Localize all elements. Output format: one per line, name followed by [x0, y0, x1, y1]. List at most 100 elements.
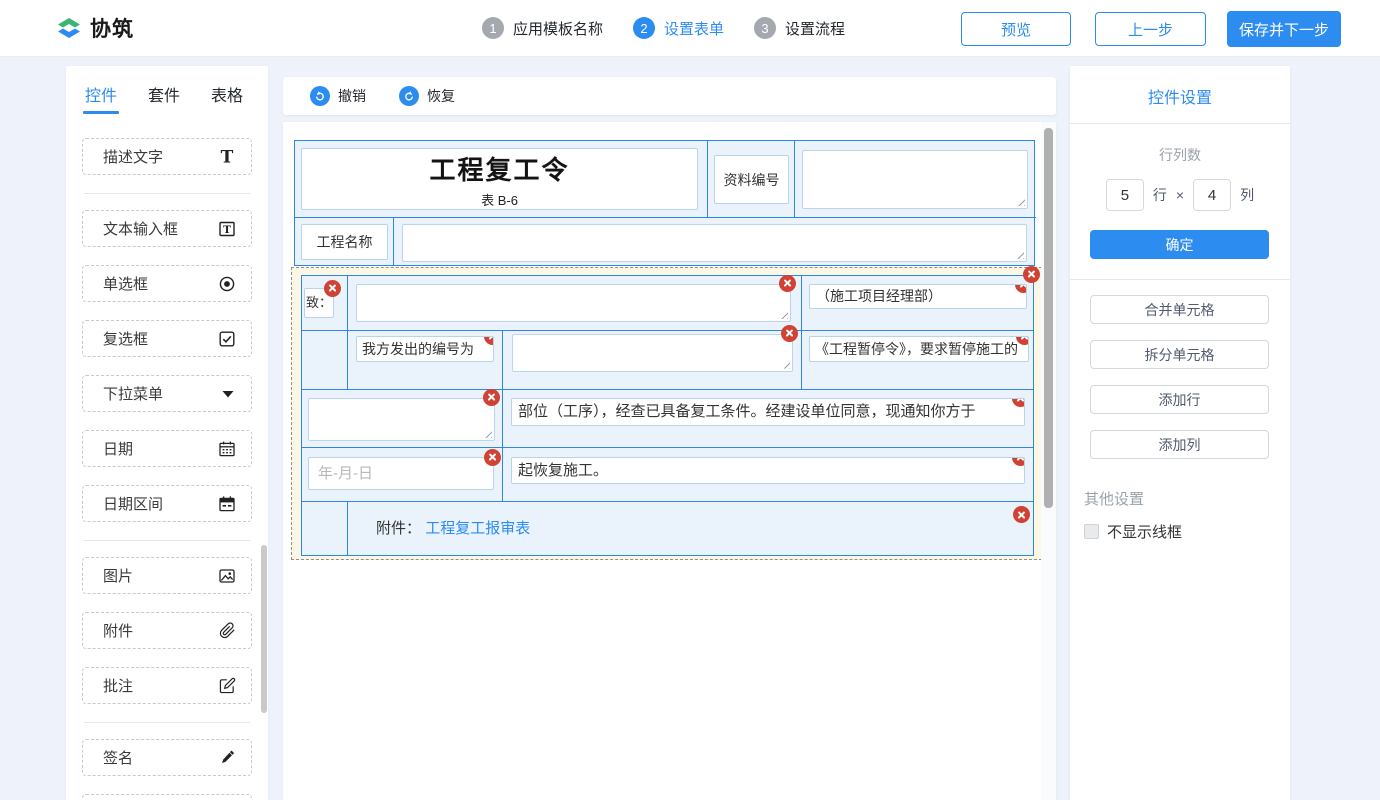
delete-icon[interactable] — [781, 325, 798, 342]
cols-input[interactable] — [1193, 179, 1231, 211]
date-field[interactable]: 年-月-日 — [308, 457, 494, 490]
add-row-button[interactable]: 添加行 — [1090, 385, 1269, 414]
undo-label: 撤销 — [338, 86, 366, 106]
suspend-order-box[interactable]: 《工程暂停令》，要求暂停施工的 — [809, 336, 1029, 362]
doc-no-label-box[interactable]: 资料编号 — [714, 155, 789, 204]
empty-cell[interactable] — [302, 502, 348, 555]
dept-box[interactable]: （施工项目经理部） — [809, 284, 1027, 309]
control-item-label: 附件 — [103, 620, 133, 641]
canvas-scrollbar-track[interactable] — [1041, 122, 1056, 800]
confirm-button[interactable]: 确定 — [1090, 230, 1269, 259]
sidebar-divider — [84, 193, 250, 194]
control-item-annotation[interactable]: 批注 — [82, 667, 252, 704]
delete-table-icon[interactable] — [1023, 266, 1040, 283]
condition-text-cell[interactable]: 部位（工序），经查已具备复工条件。经建设单位同意，现通知你方于 — [503, 390, 1033, 447]
project-name-label-cell[interactable]: 工程名称 — [295, 218, 394, 266]
control-item-label: 日期 — [103, 438, 133, 459]
rows-input[interactable] — [1106, 179, 1144, 211]
project-name-textarea[interactable] — [402, 224, 1027, 262]
form-canvas[interactable]: 工程复工令 表 B-6 资料编号 工程名称 致： — [283, 122, 1056, 800]
condition-box[interactable]: 部位（工序），经查已具备复工条件。经建设单位同意，现通知你方于 — [511, 398, 1025, 426]
form-header-table[interactable]: 工程复工令 表 B-6 资料编号 工程名称 — [294, 140, 1035, 266]
table-row: 附件： 工程复工报审表 — [302, 502, 1033, 555]
date-placeholder: 年-月-日 — [318, 465, 373, 482]
issued-no-box[interactable]: 我方发出的编号为 — [356, 336, 494, 362]
hide-border-checkbox[interactable] — [1084, 524, 1099, 539]
tab-kits[interactable]: 套件 — [148, 82, 180, 114]
delete-icon[interactable] — [1015, 284, 1027, 293]
delete-icon[interactable] — [324, 280, 341, 297]
to-label-box[interactable]: 致： — [304, 288, 334, 318]
times-sign: × — [1176, 187, 1184, 203]
delete-icon[interactable] — [1012, 398, 1025, 407]
tab-tables[interactable]: 表格 — [211, 82, 243, 114]
project-name-input-cell[interactable] — [394, 218, 1036, 266]
body-table[interactable]: 致： （施工项目经理部） — [301, 275, 1034, 556]
radio-icon — [218, 275, 236, 293]
resume-box[interactable]: 起恢复施工。 — [511, 457, 1025, 484]
delete-icon[interactable] — [483, 389, 500, 406]
sidebar-scrollbar-thumb[interactable] — [261, 545, 267, 713]
control-item-checkbox[interactable]: 复选框 — [82, 320, 252, 357]
panel-divider — [1070, 123, 1290, 124]
suspend-order-cell[interactable]: 《工程暂停令》，要求暂停施工的 — [802, 331, 1033, 390]
delete-icon[interactable] — [1012, 457, 1025, 466]
to-label-cell[interactable]: 致： — [302, 276, 348, 330]
other-settings-label: 其他设置 — [1084, 488, 1290, 509]
undo-button[interactable]: 撤销 — [310, 86, 366, 106]
attachment-cell[interactable]: 附件： 工程复工报审表 — [348, 502, 1033, 555]
delete-icon[interactable] — [484, 336, 494, 345]
control-item-label: 图片 — [103, 565, 133, 586]
attachment-link[interactable]: 工程复工报审表 — [425, 520, 530, 537]
add-column-button[interactable]: 添加列 — [1090, 430, 1269, 459]
control-item-partial[interactable] — [82, 794, 252, 800]
to-textarea[interactable] — [356, 284, 791, 322]
issued-no-label-cell[interactable]: 我方发出的编号为 — [348, 331, 503, 390]
control-item-radio[interactable]: 单选框 — [82, 265, 252, 302]
tab-controls[interactable]: 控件 — [85, 82, 117, 114]
condition-input-cell[interactable] — [302, 390, 503, 447]
table-row: 我方发出的编号为 《工程暂停令》，要求暂停施工的 — [302, 331, 1033, 391]
merge-cells-button[interactable]: 合并单元格 — [1090, 295, 1269, 324]
save-next-button[interactable]: 保存并下一步 — [1227, 11, 1341, 47]
form-title: 工程复工令 — [429, 150, 569, 187]
delete-icon[interactable] — [779, 275, 796, 292]
control-item-image[interactable]: 图片 — [82, 557, 252, 594]
control-item-label: 文本输入框 — [103, 218, 178, 239]
control-item-text-input[interactable]: 文本输入框 T — [82, 210, 252, 247]
resume-text-cell[interactable]: 起恢复施工。 — [503, 448, 1033, 502]
control-item-date-range[interactable]: 日期区间 — [82, 485, 252, 522]
date-input-cell[interactable]: 年-月-日 — [302, 448, 503, 502]
condition-textarea[interactable] — [308, 398, 495, 441]
empty-cell[interactable] — [302, 331, 348, 390]
control-item-dropdown[interactable]: 下拉菜单 — [82, 375, 252, 412]
delete-icon[interactable] — [484, 449, 501, 466]
signature-icon — [219, 749, 236, 766]
table-row: 年-月-日 起恢复施工。 — [302, 448, 1033, 503]
control-item-date[interactable]: 日期 — [82, 430, 252, 467]
preview-button[interactable]: 预览 — [961, 12, 1071, 46]
control-item-description-text[interactable]: 描述文字 T — [82, 138, 252, 175]
form-title-box[interactable]: 工程复工令 表 B-6 — [301, 148, 698, 210]
previous-step-button[interactable]: 上一步 — [1095, 12, 1206, 46]
split-cells-button[interactable]: 拆分单元格 — [1090, 340, 1269, 369]
doc-no-textarea[interactable] — [802, 150, 1028, 209]
canvas-scrollbar-thumb[interactable] — [1044, 128, 1053, 508]
redo-button[interactable]: 恢复 — [399, 86, 455, 106]
table-row: 部位（工序），经查已具备复工条件。经建设单位同意，现通知你方于 — [302, 390, 1033, 448]
hide-border-label: 不显示线框 — [1107, 521, 1182, 542]
selected-table-widget[interactable]: 致： （施工项目经理部） — [291, 267, 1042, 560]
control-item-attachment[interactable]: 附件 — [82, 612, 252, 649]
issued-no-input-cell[interactable] — [503, 331, 802, 390]
doc-no-label-cell[interactable]: 资料编号 — [708, 141, 795, 218]
doc-no-input-cell[interactable] — [795, 141, 1036, 218]
to-input-cell[interactable] — [348, 276, 802, 330]
project-name-label-box[interactable]: 工程名称 — [301, 224, 388, 260]
control-item-signature[interactable]: 签名 — [82, 739, 252, 776]
textbox-icon: T — [218, 220, 236, 238]
step-indicator: 1 应用模板名称 2 设置表单 3 设置流程 — [482, 17, 845, 39]
grid-size-controls: 行 × 列 — [1070, 179, 1290, 211]
dept-cell[interactable]: （施工项目经理部） — [802, 276, 1033, 330]
issued-no-textarea[interactable] — [512, 334, 793, 372]
title-cell[interactable]: 工程复工令 表 B-6 — [295, 141, 708, 218]
